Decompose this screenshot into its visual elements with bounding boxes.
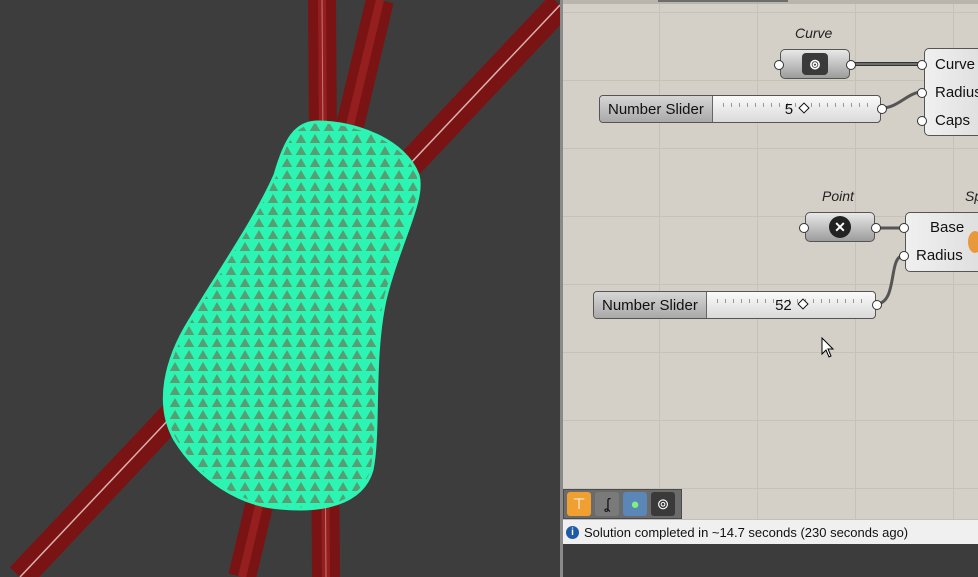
grasshopper-canvas[interactable]: Curve ⊚ Curve Radius Caps Number Slider …: [563, 0, 978, 577]
sphere-base-port[interactable]: [899, 223, 909, 233]
mouse-cursor-icon: [821, 337, 835, 358]
point-param-icon: ✕: [829, 216, 851, 238]
number-slider-radius[interactable]: Number Slider 5: [599, 95, 881, 123]
sphere-input-radius[interactable]: Radius: [916, 246, 963, 266]
sphere-component[interactable]: Base Radius: [905, 212, 978, 272]
status-bar: i Solution completed in ~14.7 seconds (2…: [563, 519, 978, 545]
point-input-port[interactable]: [799, 223, 809, 233]
point-component-title: Point: [822, 188, 854, 204]
number-slider-sphere-radius[interactable]: Number Slider 52: [593, 291, 876, 319]
mesh-geometry: [162, 120, 421, 511]
window-background: [563, 544, 978, 577]
status-message: Solution completed in ~14.7 seconds (230…: [584, 525, 909, 540]
sphere-radius-port[interactable]: [899, 251, 909, 261]
hook-icon[interactable]: ʆ: [595, 492, 619, 516]
slider-track[interactable]: 52: [706, 292, 875, 318]
pipe-input-curve[interactable]: Curve: [935, 55, 975, 75]
sphere-output-icon: [968, 231, 978, 253]
curve-output-port[interactable]: [846, 60, 856, 70]
slider-label: Number Slider: [600, 96, 713, 122]
sphere-input-base[interactable]: Base: [930, 218, 964, 238]
preview-icon[interactable]: ⊤: [567, 492, 591, 516]
slider-sphere-output-port[interactable]: [872, 300, 882, 310]
curve-input-port[interactable]: [774, 60, 784, 70]
info-icon[interactable]: i: [566, 526, 579, 539]
rhino-viewport[interactable]: [0, 0, 560, 577]
curve-param-icon: ⊚: [802, 53, 828, 75]
slider-radius-output-port[interactable]: [877, 104, 887, 114]
point-component[interactable]: ✕: [805, 212, 875, 242]
point-output-port[interactable]: [871, 223, 881, 233]
pipe-curve-port[interactable]: [917, 60, 927, 70]
slider-label: Number Slider: [594, 292, 707, 318]
pipe-component[interactable]: Curve Radius Caps: [924, 48, 978, 136]
viewport-scene: [9, 0, 560, 577]
curve-component-title: Curve: [795, 25, 833, 41]
sphere-component-title: Sp: [965, 188, 978, 204]
slider-value: 52: [775, 296, 792, 314]
curve-icon[interactable]: ⊚: [651, 492, 675, 516]
slider-track[interactable]: 5: [712, 96, 880, 122]
curve-component[interactable]: ⊚: [780, 49, 850, 79]
slider-value: 5: [784, 100, 794, 118]
canvas-bottom-toolbar: ⊤ ʆ ● ⊚: [563, 489, 682, 519]
pipe-input-caps[interactable]: Caps: [935, 111, 970, 131]
pipe-caps-port[interactable]: [917, 116, 927, 126]
pipe-input-radius[interactable]: Radius: [935, 83, 978, 103]
render-icon[interactable]: ●: [623, 492, 647, 516]
pipe-radius-port[interactable]: [917, 88, 927, 98]
